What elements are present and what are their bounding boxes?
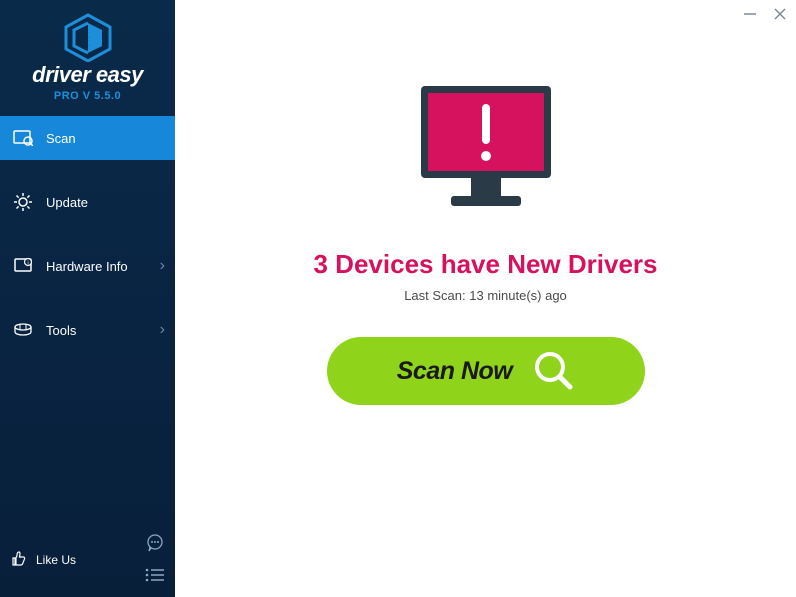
version-label: PRO V 5.5.0	[0, 90, 175, 102]
scan-now-label: Scan Now	[397, 357, 512, 386]
scan-now-button[interactable]: Scan Now	[327, 337, 645, 405]
last-scan-text: Last Scan: 13 minute(s) ago	[404, 288, 567, 303]
sidebar-item-tools[interactable]: Tools ›	[0, 308, 175, 352]
sidebar-item-scan[interactable]: Scan	[0, 116, 175, 160]
menu-list-icon[interactable]	[145, 568, 165, 587]
sidebar-item-update[interactable]: Update	[0, 180, 175, 224]
logo-area: driver easy PRO V 5.5.0	[0, 0, 175, 108]
window-controls	[742, 6, 788, 22]
sidebar-item-label: Scan	[46, 131, 165, 146]
hardware-info-icon: i	[12, 255, 34, 277]
app-logo-icon	[0, 12, 175, 62]
thumbs-up-icon	[10, 550, 28, 571]
svg-text:i: i	[27, 261, 28, 267]
sidebar-item-label: Update	[46, 195, 165, 210]
sidebar-item-label: Hardware Info	[46, 259, 160, 274]
sidebar-footer: Like Us	[0, 525, 175, 597]
tools-icon	[12, 319, 34, 341]
main-content: 3 Devices have New Drivers Last Scan: 13…	[175, 0, 796, 597]
chevron-right-icon: ›	[160, 257, 165, 275]
like-us-button[interactable]: Like Us	[10, 550, 76, 571]
alert-monitor-icon	[411, 78, 561, 223]
minimize-button[interactable]	[742, 6, 758, 22]
close-button[interactable]	[772, 6, 788, 22]
like-us-label: Like Us	[36, 553, 76, 567]
sidebar-nav: Scan Update i Hardware Info › Tools ›	[0, 116, 175, 372]
sidebar-item-label: Tools	[46, 323, 160, 338]
brand-name: driver easy	[0, 62, 175, 88]
update-gear-icon	[12, 191, 34, 213]
headline-text: 3 Devices have New Drivers	[314, 249, 658, 280]
search-magnifier-icon	[532, 349, 574, 394]
sidebar: driver easy PRO V 5.5.0 Scan Update i Ha…	[0, 0, 175, 597]
sidebar-item-hardware-info[interactable]: i Hardware Info ›	[0, 244, 175, 288]
feedback-chat-icon[interactable]	[145, 533, 165, 558]
chevron-right-icon: ›	[160, 321, 165, 339]
scan-icon	[12, 127, 34, 149]
footer-right	[145, 533, 165, 587]
